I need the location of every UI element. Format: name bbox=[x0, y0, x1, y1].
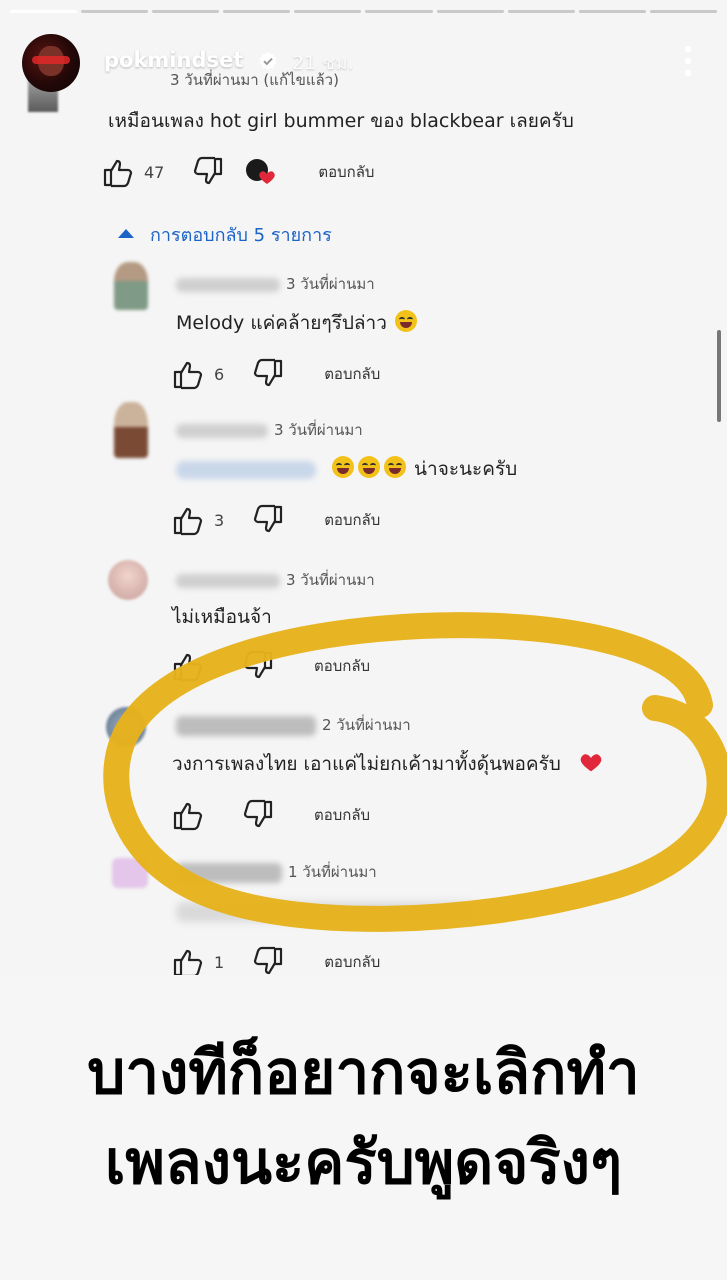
thumbs-down-icon[interactable] bbox=[250, 946, 284, 975]
reply-meta: 2 วันที่ผ่านมา bbox=[176, 713, 411, 737]
reply-meta: 3 วันที่ผ่านมา bbox=[176, 568, 375, 592]
thumbs-down-icon[interactable] bbox=[250, 358, 284, 390]
story-caption: บางทีก็อยากจะเลิกทำ เพลงนะครับพูดจริงๆ bbox=[0, 1028, 727, 1208]
reply-avatar bbox=[114, 262, 148, 310]
reply-timestamp: 1 วันที่ผ่านมา bbox=[288, 863, 377, 881]
reply-text: ไม่เหมือนจ้า bbox=[172, 606, 272, 628]
laughing-emoji-icon bbox=[394, 310, 417, 332]
story-username[interactable]: pokmindset bbox=[104, 48, 243, 72]
reply-meta: 3 วันที่ผ่านมา bbox=[176, 418, 363, 442]
reply-text: วงการเพลงไทย เอาแค่ไม่ยกเค้ามาทั้งดุ้นพอ… bbox=[172, 749, 603, 779]
verified-badge-icon bbox=[259, 52, 277, 70]
reply-meta: 3 วันที่ผ่านมา bbox=[176, 272, 375, 296]
caption-line-2: เพลงนะครับพูดจริงๆ bbox=[104, 1128, 623, 1198]
thumbs-up-icon[interactable] bbox=[102, 156, 136, 188]
profile-avatar[interactable] bbox=[22, 34, 80, 92]
laughing-emoji-icon bbox=[384, 456, 406, 478]
thumbs-up-icon[interactable] bbox=[172, 946, 206, 975]
reply-text: Melody แค่คล้ายๆรึปล่าว bbox=[176, 308, 419, 338]
reply-timestamp: 2 วันที่ผ่านมา bbox=[322, 716, 411, 734]
story-segment bbox=[81, 10, 149, 13]
reply-meta: 1 วันที่ผ่านมา bbox=[176, 860, 377, 884]
reply-item: 3 วันที่ผ่านมา Melody แค่คล้ายๆรึปล่าว 6… bbox=[0, 262, 727, 392]
reply-actions: 3 ตอบกลับ bbox=[172, 504, 380, 536]
reply-avatar bbox=[106, 707, 146, 747]
story-time: 21 ชม. bbox=[292, 52, 354, 74]
comment-text: เหมือนเพลง hot girl bummer ของ blackbear… bbox=[108, 110, 574, 132]
like-count: 1 bbox=[214, 952, 225, 972]
laughing-emoji-icon bbox=[332, 456, 354, 478]
caption-line-1: บางทีก็อยากจะเลิกทำ bbox=[87, 1038, 640, 1108]
story-segment bbox=[294, 10, 362, 13]
story-segment bbox=[152, 10, 220, 13]
story-segment bbox=[436, 10, 504, 13]
reply-item: 3 วันที่ผ่านมา ไม่เหมือนจ้า ตอบกลับ bbox=[0, 560, 727, 690]
reply-button[interactable]: ตอบกลับ bbox=[318, 160, 374, 184]
scrollbar[interactable] bbox=[717, 330, 721, 422]
reply-button[interactable]: ตอบกลับ bbox=[324, 362, 380, 386]
thumbs-down-icon[interactable] bbox=[240, 650, 274, 682]
reply-text: น่าจะนะครับ bbox=[176, 454, 517, 484]
reply-actions: 6 ตอบกลับ bbox=[172, 358, 380, 390]
story-segment bbox=[10, 10, 78, 13]
reply-button[interactable]: ตอบกลับ bbox=[314, 654, 370, 678]
reply-avatar bbox=[108, 560, 148, 600]
like-count: 3 bbox=[214, 510, 225, 530]
comment-screenshot: 3 วันที่ผ่านมา (แก้ไขแล้ว) เหมือนเพลง ho… bbox=[0, 0, 727, 975]
chevron-up-icon bbox=[118, 229, 134, 238]
thumbs-down-icon[interactable] bbox=[240, 799, 274, 831]
reply-text-obscured bbox=[176, 902, 476, 922]
thumbs-up-icon[interactable] bbox=[172, 650, 206, 682]
heart-emoji-icon bbox=[580, 754, 602, 772]
like-count: 47 bbox=[144, 162, 165, 182]
replies-toggle[interactable]: การตอบกลับ 5 รายการ bbox=[118, 220, 332, 249]
reply-timestamp: 3 วันที่ผ่านมา bbox=[286, 571, 375, 589]
more-options-icon[interactable] bbox=[683, 44, 693, 78]
story-segment bbox=[578, 10, 646, 13]
thumbs-up-icon[interactable] bbox=[172, 358, 206, 390]
replies-toggle-label: การตอบกลับ 5 รายการ bbox=[150, 225, 332, 246]
thumbs-down-icon[interactable] bbox=[250, 504, 284, 536]
reply-actions: 1 ตอบกลับ bbox=[172, 946, 380, 975]
reply-item: 3 วันที่ผ่านมา น่าจะนะครับ 3 ตอบกลับ bbox=[0, 402, 727, 542]
reply-button[interactable]: ตอบกลับ bbox=[314, 803, 370, 827]
comment-actions: 47 ตอบกลับ bbox=[102, 156, 374, 188]
reply-timestamp: 3 วันที่ผ่านมา bbox=[286, 275, 375, 293]
thumbs-up-icon[interactable] bbox=[172, 504, 206, 536]
story-segment bbox=[649, 10, 717, 13]
story-segment bbox=[507, 10, 575, 13]
mention-tag[interactable] bbox=[176, 460, 316, 479]
reply-actions: ตอบกลับ bbox=[172, 650, 370, 682]
thumbs-up-icon[interactable] bbox=[172, 799, 206, 831]
reply-button[interactable]: ตอบกลับ bbox=[324, 950, 380, 974]
story-header: pokmindset 21 ชม. bbox=[0, 30, 727, 94]
reply-item: 1 วันที่ผ่านมา 1 ตอบกลับ bbox=[0, 852, 727, 975]
creator-heart-icon bbox=[244, 157, 278, 187]
thumbs-down-icon[interactable] bbox=[190, 156, 224, 188]
story-segment bbox=[365, 10, 433, 13]
reply-button[interactable]: ตอบกลับ bbox=[324, 508, 380, 532]
story-segment bbox=[223, 10, 291, 13]
reply-item-highlighted: 2 วันที่ผ่านมา วงการเพลงไทย เอาแค่ไม่ยกเ… bbox=[0, 705, 727, 845]
reply-avatar bbox=[112, 858, 148, 888]
like-count: 6 bbox=[214, 364, 225, 384]
reply-actions: ตอบกลับ bbox=[172, 799, 370, 831]
reply-avatar bbox=[114, 402, 148, 458]
story-progress bbox=[10, 10, 717, 13]
laughing-emoji-icon bbox=[358, 456, 380, 478]
reply-timestamp: 3 วันที่ผ่านมา bbox=[274, 421, 363, 439]
